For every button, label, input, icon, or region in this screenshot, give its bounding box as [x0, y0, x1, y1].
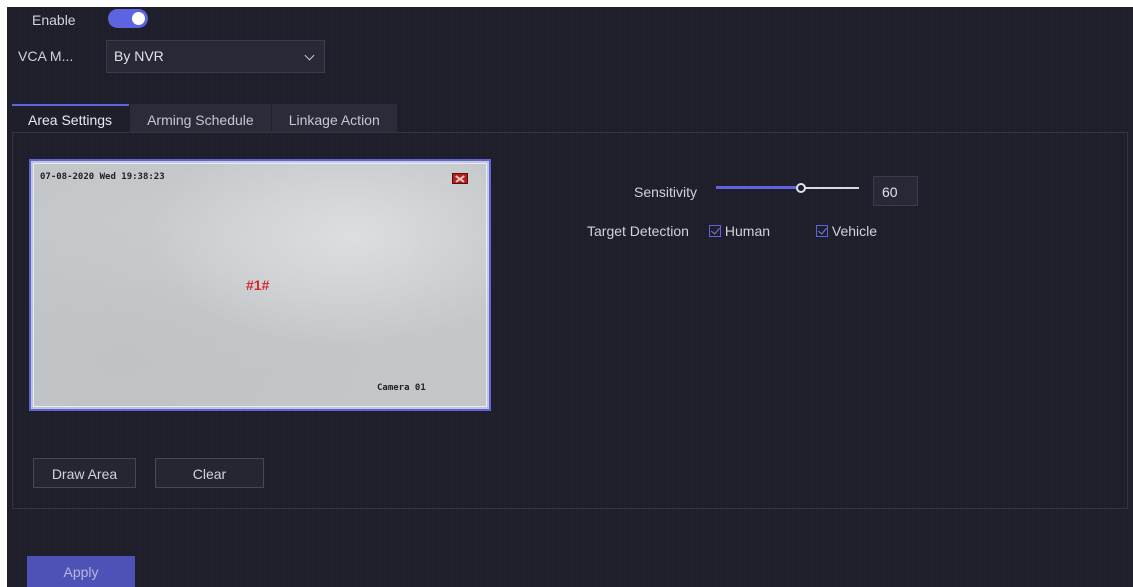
tab-arming-schedule[interactable]: Arming Schedule [130, 104, 271, 132]
osd-camera-name: Camera 01 [377, 383, 426, 393]
vca-mode-select[interactable]: By NVR [106, 40, 325, 73]
clear-button[interactable]: Clear [155, 458, 264, 488]
checkbox-checked-icon [816, 225, 828, 237]
human-checkbox[interactable]: Human [709, 223, 770, 239]
toggle-knob [132, 12, 145, 25]
record-flag-icon [452, 173, 468, 184]
enable-label: Enable [32, 12, 76, 28]
draw-area-button[interactable]: Draw Area [33, 458, 136, 488]
tab-area-settings[interactable]: Area Settings [12, 104, 130, 132]
enable-toggle[interactable] [108, 9, 148, 28]
vehicle-checkbox[interactable]: Vehicle [816, 223, 877, 239]
target-detection-label: Target Detection [587, 223, 689, 239]
sensitivity-label: Sensitivity [634, 184, 698, 200]
tab-bar: Area Settings Arming Schedule Linkage Ac… [12, 104, 398, 132]
osd-timestamp: 07-08-2020 Wed 19:38:23 [40, 172, 165, 182]
apply-button[interactable]: Apply [27, 556, 135, 587]
vca-mode-value: By NVR [114, 48, 164, 64]
chevron-down-icon [304, 50, 315, 61]
vehicle-label: Vehicle [831, 223, 878, 239]
vca-mode-label: VCA M... [18, 48, 74, 64]
zone-label: #1# [246, 277, 270, 293]
sensitivity-value-field[interactable]: 60 [873, 176, 918, 206]
tab-linkage-action[interactable]: Linkage Action [271, 104, 397, 132]
human-label: Human [724, 223, 771, 239]
sensitivity-slider-fill [716, 186, 801, 189]
sensitivity-slider-thumb[interactable] [796, 183, 806, 193]
camera-preview[interactable]: 07-08-2020 Wed 19:38:23 #1# Camera 01 [29, 159, 491, 411]
checkbox-checked-icon [709, 225, 721, 237]
